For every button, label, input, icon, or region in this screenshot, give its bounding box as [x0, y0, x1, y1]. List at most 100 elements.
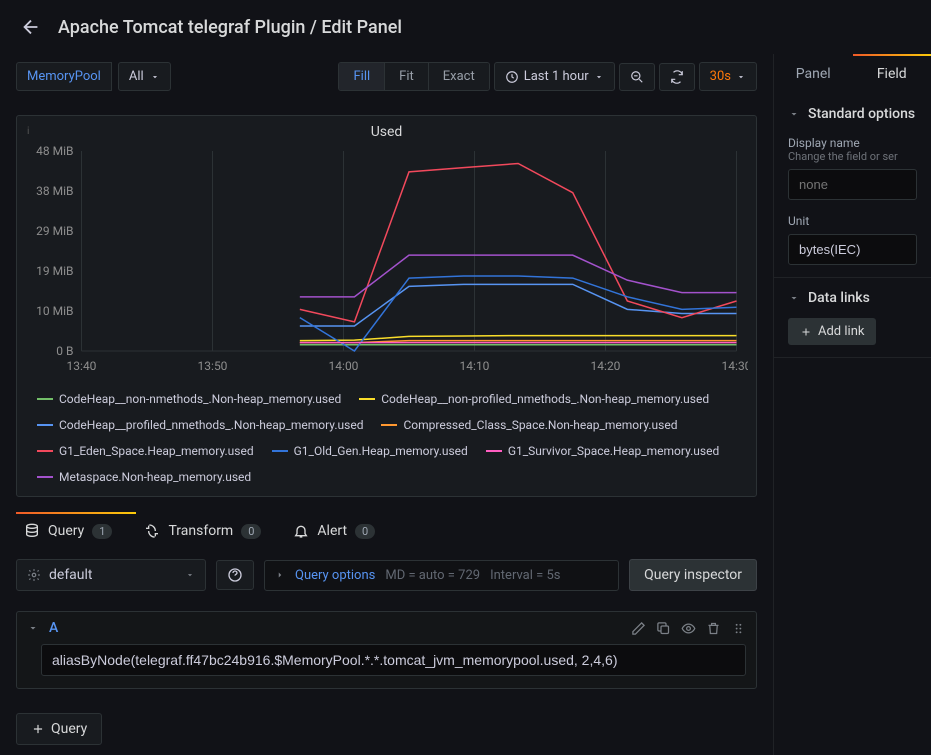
- variable-value-dropdown[interactable]: All: [118, 62, 171, 91]
- svg-text:10 MiB: 10 MiB: [36, 304, 73, 318]
- transform-tab-badge: 0: [241, 524, 261, 539]
- plus-icon: [800, 326, 812, 338]
- add-link-button[interactable]: Add link: [788, 318, 876, 345]
- page-title: Apache Tomcat telegraf Plugin / Edit Pan…: [58, 17, 402, 38]
- edit-icon[interactable]: [631, 621, 646, 636]
- display-name-label: Display name: [788, 136, 917, 150]
- chevron-down-icon: [150, 72, 160, 82]
- legend-label: G1_Old_Gen.Heap_memory.used: [294, 444, 468, 458]
- legend-label: Metaspace.Non-heap_memory.used: [59, 470, 251, 484]
- legend-item[interactable]: G1_Eden_Space.Heap_memory.used: [37, 444, 254, 458]
- add-query-button[interactable]: Query: [16, 713, 102, 745]
- legend-item[interactable]: CodeHeap__non-profiled_nmethods_.Non-hea…: [359, 392, 709, 406]
- variable-label[interactable]: MemoryPool: [16, 62, 112, 91]
- fit-mode-button[interactable]: Fit: [384, 63, 428, 90]
- datasource-name: default: [49, 567, 93, 583]
- standard-options-section[interactable]: Standard options: [788, 106, 917, 122]
- help-button[interactable]: [216, 560, 254, 590]
- chevron-down-icon[interactable]: [27, 622, 39, 634]
- transform-tab[interactable]: Transform 0: [140, 513, 265, 549]
- svg-text:48 MiB: 48 MiB: [36, 146, 73, 158]
- standard-options-title: Standard options: [808, 106, 915, 122]
- query-tab[interactable]: Query 1: [20, 513, 116, 549]
- query-text-input[interactable]: [41, 644, 746, 676]
- unit-label: Unit: [788, 214, 917, 228]
- add-query-label: Query: [51, 721, 87, 737]
- panel-tab[interactable]: Panel: [774, 54, 853, 94]
- legend-label: G1_Survivor_Space.Heap_memory.used: [508, 444, 719, 458]
- svg-text:19 MiB: 19 MiB: [36, 264, 73, 278]
- chevron-down-icon: [185, 570, 195, 580]
- variable-value: All: [129, 69, 144, 84]
- clock-icon: [505, 70, 519, 84]
- query-interval-text: Interval = 5s: [490, 568, 560, 583]
- query-tab-label: Query: [48, 523, 84, 539]
- refresh-interval-dropdown[interactable]: 30s: [699, 62, 757, 91]
- query-letter[interactable]: A: [49, 620, 58, 636]
- eye-icon[interactable]: [681, 621, 696, 636]
- legend-swatch: [359, 398, 375, 400]
- legend-label: G1_Eden_Space.Heap_memory.used: [59, 444, 254, 458]
- time-range-picker[interactable]: Last 1 hour: [494, 62, 615, 91]
- info-corner-icon: i: [25, 124, 31, 139]
- refresh-interval-value: 30s: [710, 69, 731, 84]
- transform-tab-label: Transform: [168, 523, 233, 539]
- database-icon: [24, 523, 40, 539]
- transform-icon: [144, 523, 160, 539]
- refresh-icon: [670, 70, 684, 84]
- legend-label: Compressed_Class_Space.Non-heap_memory.u…: [403, 418, 677, 432]
- legend-item[interactable]: CodeHeap__non-nmethods_.Non-heap_memory.…: [37, 392, 341, 406]
- unit-input[interactable]: [788, 234, 917, 265]
- chevron-down-icon: [788, 292, 800, 304]
- refresh-button[interactable]: [659, 63, 695, 91]
- plus-icon: [31, 722, 45, 736]
- question-icon: [227, 567, 243, 583]
- datasource-select[interactable]: default: [16, 559, 206, 591]
- alert-tab[interactable]: Alert 0: [289, 513, 379, 549]
- chevron-down-icon: [736, 72, 746, 82]
- svg-text:13:50: 13:50: [198, 359, 228, 373]
- legend-item[interactable]: G1_Old_Gen.Heap_memory.used: [272, 444, 468, 458]
- zoom-out-button[interactable]: [619, 63, 655, 91]
- back-button[interactable]: [20, 16, 42, 38]
- legend-label: CodeHeap__non-nmethods_.Non-heap_memory.…: [59, 392, 341, 406]
- svg-text:14:30: 14:30: [722, 359, 748, 373]
- data-links-title: Data links: [808, 290, 870, 306]
- svg-text:14:00: 14:00: [329, 359, 359, 373]
- drag-handle-icon[interactable]: [731, 621, 746, 636]
- legend-swatch: [37, 450, 53, 452]
- legend-swatch: [381, 424, 397, 426]
- alert-tab-badge: 0: [355, 524, 375, 539]
- display-name-input[interactable]: [788, 169, 917, 200]
- field-tab[interactable]: Field: [853, 54, 931, 94]
- trash-icon[interactable]: [706, 621, 721, 636]
- query-options-link[interactable]: Query options: [295, 568, 375, 583]
- chart-plot[interactable]: 0 B10 MiB19 MiB29 MiB38 MiB48 MiB13:4013…: [25, 146, 748, 376]
- add-link-label: Add link: [818, 324, 864, 339]
- datasource-icon: [27, 568, 41, 582]
- legend-swatch: [272, 450, 288, 452]
- legend-label: CodeHeap__profiled_nmethods_.Non-heap_me…: [59, 418, 363, 432]
- legend-swatch: [37, 398, 53, 400]
- legend-item[interactable]: Metaspace.Non-heap_memory.used: [37, 470, 251, 484]
- data-links-section[interactable]: Data links: [788, 290, 917, 306]
- time-range-label: Last 1 hour: [524, 69, 589, 84]
- svg-text:29 MiB: 29 MiB: [36, 224, 73, 238]
- legend-swatch: [37, 476, 53, 478]
- legend-swatch: [37, 424, 53, 426]
- search-minus-icon: [630, 70, 644, 84]
- fill-mode-button[interactable]: Fill: [339, 63, 384, 90]
- legend-label: CodeHeap__non-profiled_nmethods_.Non-hea…: [381, 392, 709, 406]
- svg-text:13:40: 13:40: [67, 359, 97, 373]
- query-tab-badge: 1: [92, 524, 112, 539]
- copy-icon[interactable]: [656, 621, 671, 636]
- display-name-desc: Change the field or ser: [788, 150, 917, 163]
- legend-item[interactable]: G1_Survivor_Space.Heap_memory.used: [486, 444, 719, 458]
- chevron-right-icon[interactable]: [275, 570, 285, 580]
- legend-item[interactable]: CodeHeap__profiled_nmethods_.Non-heap_me…: [37, 418, 363, 432]
- exact-mode-button[interactable]: Exact: [428, 63, 489, 90]
- svg-text:14:10: 14:10: [460, 359, 490, 373]
- legend-item[interactable]: Compressed_Class_Space.Non-heap_memory.u…: [381, 418, 677, 432]
- svg-text:0 B: 0 B: [56, 344, 73, 358]
- query-inspector-button[interactable]: Query inspector: [629, 559, 757, 591]
